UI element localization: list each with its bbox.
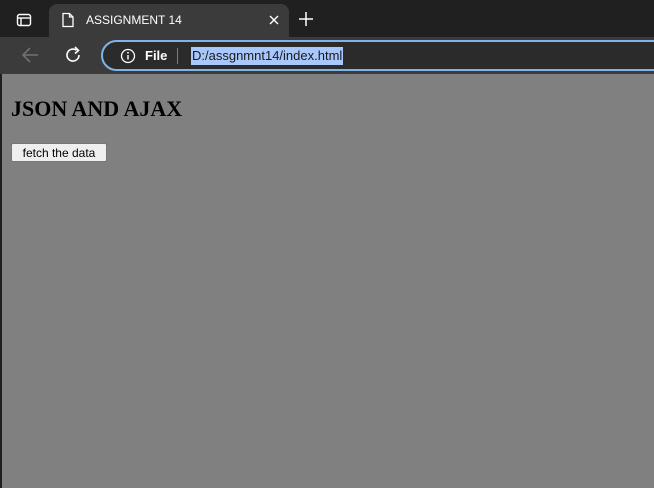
plus-icon[interactable] xyxy=(297,10,315,28)
tab-actions-icon xyxy=(16,13,32,27)
page-viewport: JSON AND AJAX fetch the data xyxy=(0,74,654,488)
active-tab[interactable]: ASSIGNMENT 14 xyxy=(49,4,289,37)
url-text[interactable]: D:/assgnmnt14/index.html xyxy=(191,47,344,65)
navigation-toolbar: File D:/assgnmnt14/index.html xyxy=(0,37,654,74)
tab-actions-button[interactable] xyxy=(12,9,36,31)
page-heading: JSON AND AJAX xyxy=(11,96,183,121)
page-icon xyxy=(62,12,74,28)
separator xyxy=(177,48,178,64)
tab-title: ASSIGNMENT 14 xyxy=(86,13,182,27)
scheme-label: File xyxy=(145,48,168,63)
tab-strip: ASSIGNMENT 14 xyxy=(0,0,654,37)
close-icon[interactable] xyxy=(267,13,281,27)
back-arrow-icon[interactable] xyxy=(20,46,40,64)
info-icon[interactable] xyxy=(120,48,136,64)
reload-icon[interactable] xyxy=(63,45,83,65)
fetch-data-button[interactable]: fetch the data xyxy=(11,143,107,162)
address-bar[interactable]: File D:/assgnmnt14/index.html xyxy=(101,40,654,71)
